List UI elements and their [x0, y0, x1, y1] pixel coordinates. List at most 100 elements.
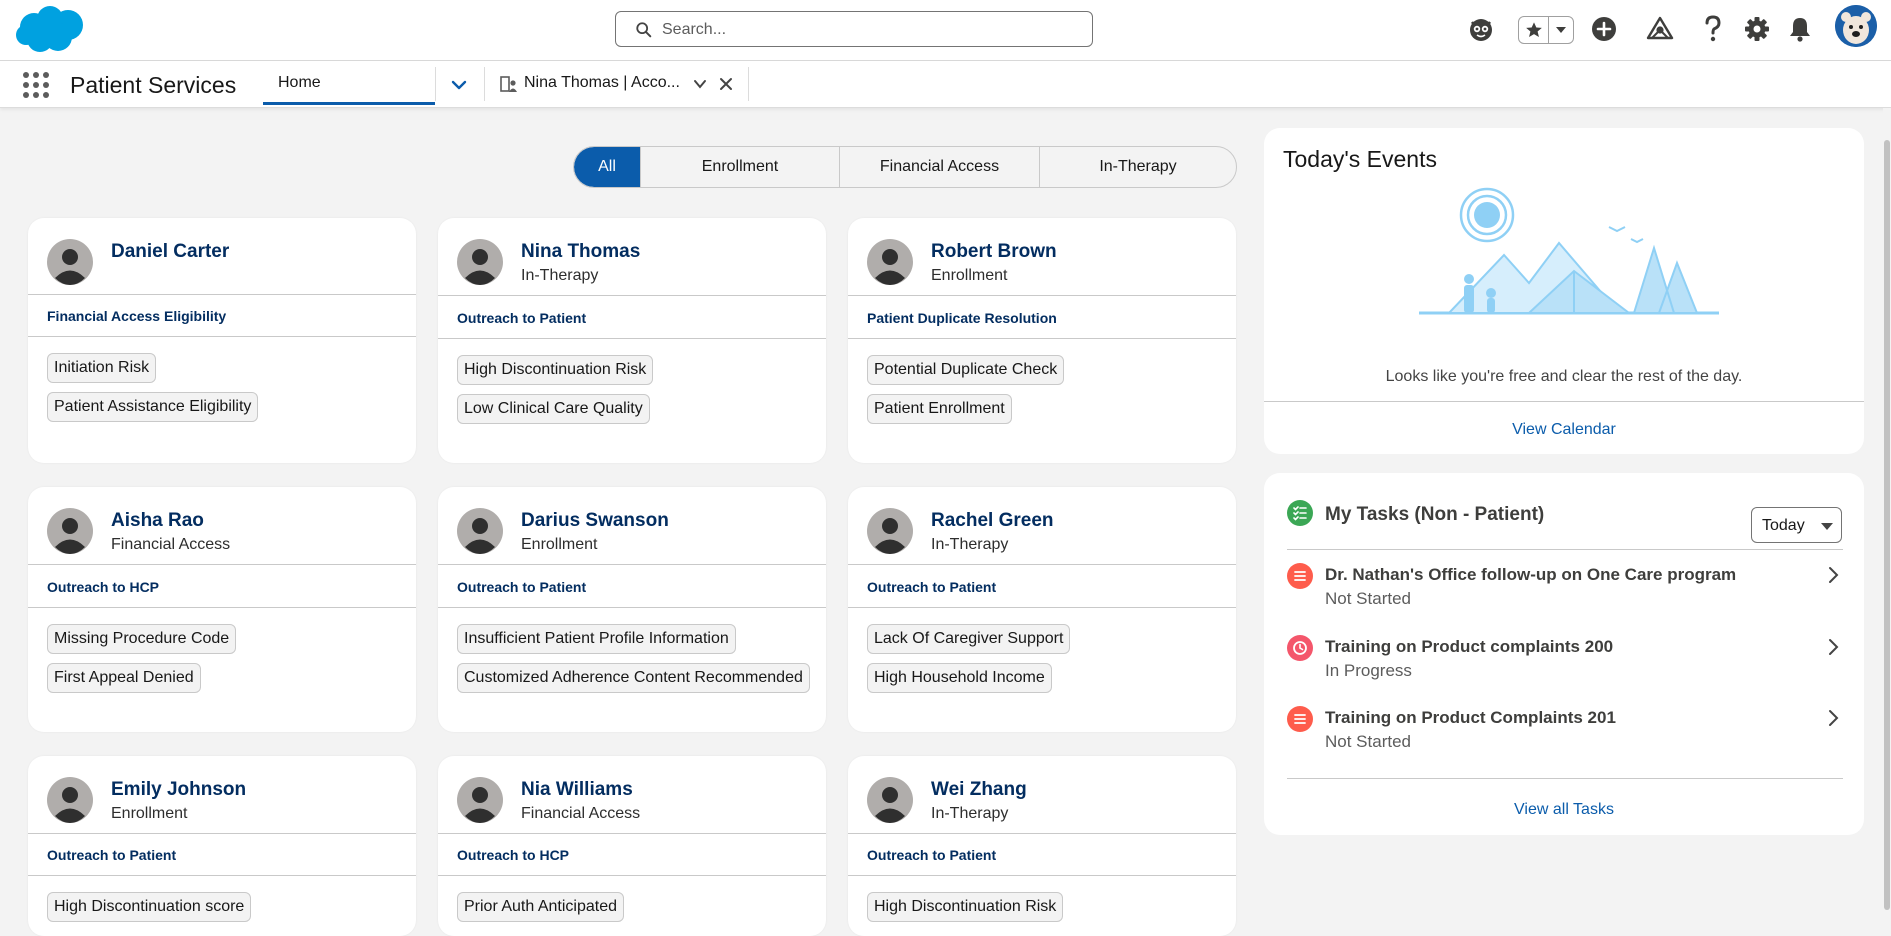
camping-illustration-icon — [1419, 187, 1719, 315]
risk-tag: Patient Enrollment — [867, 394, 1012, 424]
search-icon — [636, 22, 652, 38]
divider — [848, 875, 1236, 876]
app-launcher-icon[interactable] — [22, 71, 50, 99]
divider — [438, 295, 826, 296]
clock-icon — [1287, 635, 1313, 661]
view-all-tasks-link[interactable]: View all Tasks — [1264, 801, 1864, 819]
task-icon — [1287, 563, 1313, 589]
divider — [438, 564, 826, 565]
task-item[interactable]: Dr. Nathan's Office follow-up on One Car… — [1287, 560, 1843, 620]
global-search[interactable] — [615, 11, 1093, 47]
task-status: Not Started — [1325, 589, 1411, 608]
filter-enrollment-button[interactable]: Enrollment — [640, 147, 839, 187]
patient-card[interactable]: Wei Zhang In-Therapy Outreach to Patient… — [848, 756, 1236, 936]
patient-stage: Financial Access — [521, 805, 641, 822]
filter-in-therapy-button[interactable]: In-Therapy — [1039, 147, 1236, 187]
setup-tree-icon[interactable] — [1645, 14, 1675, 44]
tab-record-nina-thomas[interactable]: Nina Thomas | Acco... — [486, 61, 746, 105]
chevron-right-icon[interactable] — [1825, 708, 1841, 728]
outreach-reason: Outreach to Patient — [457, 579, 587, 595]
task-title[interactable]: Training on Product Complaints 201 — [1325, 708, 1616, 728]
patient-name[interactable]: Daniel Carter — [111, 241, 229, 263]
scrollbar-thumb[interactable] — [1884, 140, 1890, 910]
patient-card[interactable]: Nia Williams Financial Access Outreach t… — [438, 756, 826, 936]
search-input[interactable] — [660, 17, 1064, 43]
patient-card[interactable]: Rachel Green In-Therapy Outreach to Pati… — [848, 487, 1236, 732]
avatar-icon — [47, 239, 93, 285]
patient-stage: In-Therapy — [931, 805, 1009, 822]
chevron-right-icon[interactable] — [1825, 565, 1841, 585]
risk-tag: Initiation Risk — [47, 353, 157, 383]
tab-home[interactable]: Home — [263, 61, 435, 105]
filter-all-button[interactable]: All — [574, 147, 640, 187]
tab-home-label: Home — [278, 74, 321, 91]
bell-icon[interactable] — [1785, 14, 1815, 44]
patient-filter-group: All Enrollment Financial Access In-Thera… — [573, 146, 1237, 188]
risk-tag: High Discontinuation Risk — [457, 355, 654, 385]
outreach-reason: Outreach to Patient — [867, 847, 997, 863]
tasks-title: My Tasks (Non - Patient) — [1325, 504, 1545, 525]
divider — [848, 607, 1236, 608]
divider — [28, 875, 416, 876]
nav-menu-chevron-icon[interactable] — [449, 75, 469, 95]
avatar-icon — [47, 508, 93, 554]
todays-events-panel: Today's Events Looks like you're free an… — [1264, 128, 1864, 454]
favorites-star-icon[interactable] — [1519, 17, 1550, 43]
patient-card[interactable]: Aisha Rao Financial Access Outreach to H… — [28, 487, 416, 732]
patient-card[interactable]: Nina Thomas In-Therapy Outreach to Patie… — [438, 218, 826, 463]
patient-name[interactable]: Nia Williams — [521, 779, 633, 801]
chevron-down-icon[interactable] — [692, 76, 708, 92]
divider — [848, 564, 1236, 565]
patient-name[interactable]: Aisha Rao — [111, 510, 204, 532]
chevron-right-icon[interactable] — [1825, 637, 1841, 657]
patient-name[interactable]: Robert Brown — [931, 241, 1057, 263]
risk-tag: Low Clinical Care Quality — [457, 394, 650, 424]
task-title[interactable]: Training on Product complaints 200 — [1325, 637, 1613, 657]
gear-icon[interactable] — [1742, 14, 1772, 44]
task-item[interactable]: Training on Product Complaints 201 Not S… — [1287, 703, 1843, 763]
avatar-icon — [457, 508, 503, 554]
patient-stage: In-Therapy — [521, 267, 599, 284]
events-title: Today's Events — [1283, 146, 1437, 172]
patient-name[interactable]: Nina Thomas — [521, 241, 640, 263]
risk-tag: High Discontinuation Risk — [867, 892, 1064, 922]
divider — [28, 564, 416, 565]
patient-card[interactable]: Darius Swanson Enrollment Outreach to Pa… — [438, 487, 826, 732]
task-title[interactable]: Dr. Nathan's Office follow-up on One Car… — [1325, 565, 1736, 585]
risk-tag: Potential Duplicate Check — [867, 355, 1065, 385]
outreach-reason: Outreach to Patient — [457, 310, 587, 326]
caret-down-icon — [1821, 523, 1833, 530]
my-tasks-panel: My Tasks (Non - Patient) Today Dr. Natha… — [1264, 473, 1864, 835]
tasks-filter-select[interactable]: Today — [1751, 507, 1842, 543]
patient-name[interactable]: Emily Johnson — [111, 779, 246, 801]
einstein-face-icon — [1470, 19, 1492, 41]
avatar-icon — [457, 777, 503, 823]
salesforce-logo[interactable] — [14, 5, 88, 55]
task-item[interactable]: Training on Product complaints 200 In Pr… — [1287, 632, 1843, 692]
patient-card[interactable]: Emily Johnson Enrollment Outreach to Pat… — [28, 756, 416, 936]
help-icon[interactable] — [1698, 14, 1728, 44]
patient-card[interactable]: Robert Brown Enrollment Patient Duplicat… — [848, 218, 1236, 463]
user-avatar[interactable] — [1835, 5, 1877, 47]
filter-financial-access-button[interactable]: Financial Access — [839, 147, 1039, 187]
account-contacts-icon — [500, 76, 517, 92]
close-icon[interactable] — [718, 76, 734, 92]
divider — [848, 295, 1236, 296]
favorites-menu-icon[interactable] — [1549, 17, 1573, 43]
patient-card[interactable]: Daniel Carter Financial Access Eligibili… — [28, 218, 416, 463]
avatar-icon — [867, 239, 913, 285]
risk-tag: Insufficient Patient Profile Information — [457, 624, 736, 654]
outreach-reason: Outreach to Patient — [47, 847, 177, 863]
divider — [28, 607, 416, 608]
outreach-reason: Patient Duplicate Resolution — [867, 310, 1057, 326]
view-calendar-link[interactable]: View Calendar — [1264, 421, 1864, 439]
risk-tag: High Discontinuation score — [47, 892, 252, 922]
patient-name[interactable]: Darius Swanson — [521, 510, 669, 532]
global-create-icon[interactable] — [1589, 14, 1619, 44]
global-header — [0, 0, 1891, 61]
patient-name[interactable]: Rachel Green — [931, 510, 1054, 532]
patient-name[interactable]: Wei Zhang — [931, 779, 1027, 801]
tab-divider — [484, 67, 485, 101]
risk-tag: Customized Adherence Content Recommended — [457, 663, 810, 693]
einstein-icon[interactable] — [1466, 14, 1496, 44]
